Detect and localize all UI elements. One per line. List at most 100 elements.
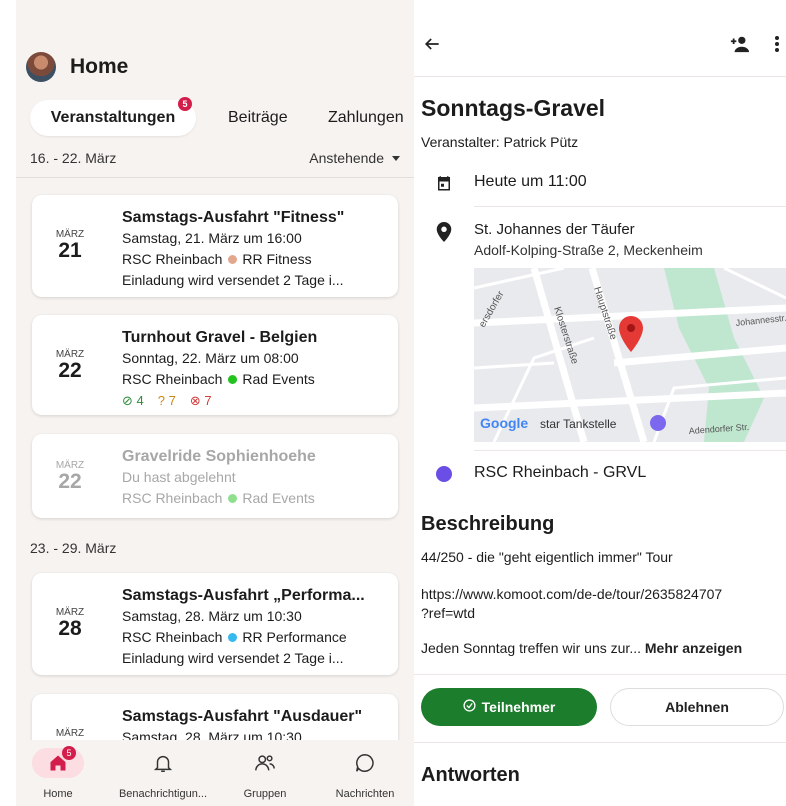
description-line: 44/250 - die "geht eigentlich immer" Tou… xyxy=(421,549,673,565)
event-day: 22 xyxy=(58,470,82,493)
tab-zahlungen[interactable]: Zahlungen xyxy=(328,100,404,136)
event-time-row: Heute um 11:00 xyxy=(414,172,786,192)
location-row[interactable]: St. Johannes der Täufer Adolf-Kolping-St… xyxy=(414,220,786,260)
question-circle-icon: ? xyxy=(157,393,165,408)
group-row[interactable]: RSC Rheinbach - GRVL xyxy=(414,464,786,482)
nav-label: Benachrichtigun... xyxy=(118,788,208,800)
week-range: 23. - 29. März xyxy=(30,540,117,556)
event-date: MÄRZ 21 xyxy=(32,195,108,262)
group-color-dot xyxy=(228,375,238,384)
nav-label: Home xyxy=(43,788,73,800)
event-time: Samstag, 21. März um 16:00 xyxy=(122,230,302,246)
event-title: Samstags-Ausfahrt „Performa... xyxy=(122,587,365,604)
home-icon xyxy=(32,748,84,778)
divider xyxy=(474,450,786,451)
nav-home[interactable]: 5 Home xyxy=(28,746,88,800)
group-name: RSC Rheinbach - GRVL xyxy=(474,464,647,481)
accept-button[interactable]: Teilnehmer xyxy=(421,688,597,726)
maybe-count: ? 7 xyxy=(157,393,176,408)
filter-label: Anstehende xyxy=(309,150,384,166)
event-card[interactable]: MÄRZ 28 Samstags-Ausfahrt „Performa... S… xyxy=(32,573,398,675)
location-address: Adolf-Kolping-Straße 2, Meckenheim xyxy=(474,242,703,258)
event-time: Sonntag, 22. März um 08:00 xyxy=(122,350,299,366)
bottom-navigation: 5 Home Benachrichtigun... Gruppen Nachri… xyxy=(16,740,414,806)
add-person-icon[interactable] xyxy=(728,34,752,59)
tab-label: Veranstaltungen xyxy=(50,109,176,126)
show-more-link[interactable]: Mehr anzeigen xyxy=(645,640,742,656)
more-vert-icon[interactable] xyxy=(774,35,780,58)
location-pin-icon xyxy=(414,220,474,260)
event-title: Gravelride Sophienhoehe xyxy=(122,448,316,465)
organizer: Veranstalter: Patrick Pütz xyxy=(421,134,579,150)
tab-veranstaltungen[interactable]: Veranstaltungen 5 xyxy=(30,97,196,136)
tab-beitraege[interactable]: Beiträge xyxy=(228,100,288,136)
event-card[interactable]: MÄRZ 21 Samstags-Ausfahrt "Fitness" Sams… xyxy=(32,195,398,297)
nav-notifications[interactable]: Benachrichtigun... xyxy=(112,748,214,800)
group-name: Rad Events xyxy=(242,371,315,387)
event-date: MÄRZ xyxy=(32,694,108,739)
filter-dropdown[interactable]: Anstehende xyxy=(309,150,400,166)
divider xyxy=(474,206,786,207)
people-icon xyxy=(230,748,300,778)
event-title: Turnhout Gravel - Belgien xyxy=(122,329,318,346)
event-detail-screen: Sonntags-Gravel Veranstalter: Patrick Pü… xyxy=(414,0,786,806)
event-status: Du hast abgelehnt xyxy=(122,469,236,485)
divider xyxy=(414,674,786,675)
event-title: Sonntags-Gravel xyxy=(421,95,606,121)
group-name: RR Fitness xyxy=(242,251,312,267)
event-group: RSC Rheinbach RR Fitness xyxy=(122,249,390,270)
event-group: RSC Rheinbach Rad Events xyxy=(122,369,390,390)
group-color-dot xyxy=(228,255,238,264)
event-time: Heute um 11:00 xyxy=(474,173,587,190)
group-color-dot xyxy=(436,466,452,482)
group-name: RR Performance xyxy=(242,629,347,645)
gas-station-icon xyxy=(650,415,666,431)
description-link[interactable]: https://www.komoot.com/de-de/tour/263582… xyxy=(421,585,781,623)
event-day: 22 xyxy=(58,359,82,382)
week-header: 16. - 22. März Anstehende xyxy=(30,150,400,166)
avatar[interactable] xyxy=(26,52,56,82)
event-title: Samstags-Ausfahrt "Ausdauer" xyxy=(122,708,363,725)
group-color-dot xyxy=(228,633,238,642)
event-month: MÄRZ xyxy=(55,728,85,739)
club-name: RSC Rheinbach xyxy=(122,371,223,387)
page-title: Home xyxy=(70,55,129,78)
notification-badge: 5 xyxy=(62,746,76,760)
divider xyxy=(16,177,414,178)
declined-count: ⊗ 7 xyxy=(189,393,212,408)
caret-down-icon xyxy=(392,155,400,161)
event-date: MÄRZ 22 xyxy=(32,434,108,493)
event-day: 21 xyxy=(58,239,82,262)
description-teaser: Jeden Sonntag treffen wir uns zur... Meh… xyxy=(421,640,743,656)
decline-button[interactable]: Ablehnen xyxy=(610,688,784,726)
club-name: RSC Rheinbach xyxy=(122,251,223,267)
group-color-dot xyxy=(228,494,238,503)
check-circle-icon xyxy=(463,699,476,715)
nav-groups[interactable]: Gruppen xyxy=(230,748,300,800)
event-group: RSC Rheinbach Rad Events xyxy=(122,488,390,509)
tab-bar: Veranstaltungen 5 Beiträge Zahlungen xyxy=(30,97,414,136)
event-date: MÄRZ 28 xyxy=(32,573,108,640)
accepted-count: ⊘ 4 xyxy=(122,393,144,408)
event-list-screen: Home Veranstaltungen 5 Beiträge Zahlunge… xyxy=(16,0,414,806)
rsvp-counts: ⊘ 4 ? 7 ⊗ 7 xyxy=(122,390,390,411)
nav-messages[interactable]: Nachrichten xyxy=(322,748,408,800)
event-title: Samstags-Ausfahrt "Fitness" xyxy=(122,209,345,226)
divider xyxy=(414,742,786,743)
chat-bubble-icon xyxy=(322,748,408,778)
group-name: Rad Events xyxy=(242,490,315,506)
back-arrow-icon[interactable] xyxy=(422,34,442,59)
event-card[interactable]: MÄRZ 22 Turnhout Gravel - Belgien Sonnta… xyxy=(32,315,398,415)
event-group: RSC Rheinbach RR Performance xyxy=(122,627,390,648)
location-map[interactable]: ersdorfer Hauptstraße Klosterstraße Joha… xyxy=(474,268,786,442)
description-heading: Beschreibung xyxy=(421,513,555,535)
event-card[interactable]: MÄRZ 22 Gravelride Sophienhoehe Du hast … xyxy=(32,434,398,518)
home-header: Home xyxy=(26,52,128,82)
check-circle-icon: ⊘ xyxy=(122,393,133,408)
map-brand: Google xyxy=(480,415,528,431)
accept-label: Teilnehmer xyxy=(481,699,556,715)
top-app-bar xyxy=(414,28,786,64)
event-time: Samstag, 28. März um 10:30 xyxy=(122,608,302,624)
answers-heading: Antworten xyxy=(421,764,520,786)
divider xyxy=(414,76,786,77)
